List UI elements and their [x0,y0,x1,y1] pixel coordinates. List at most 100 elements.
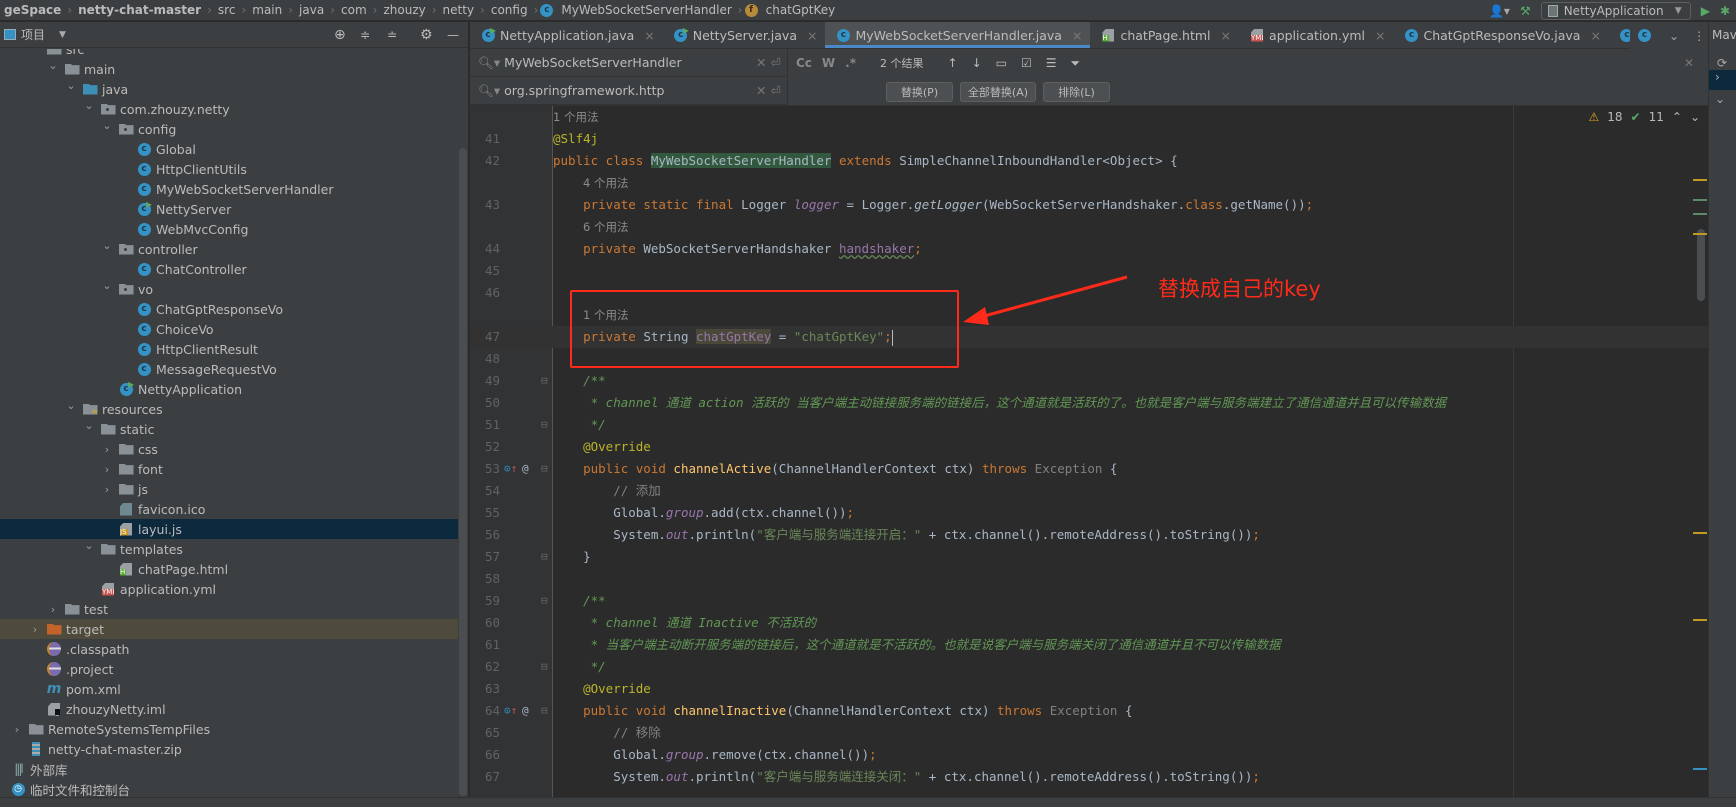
code-line[interactable]: 54 // 添加 [470,480,1708,502]
code-line[interactable]: 61 * 当客户端主动断开服务端的链接后，这个通道就是不活跃的。也就是说客户端与… [470,634,1708,656]
chevron-down-icon[interactable]: ⌄ [100,119,114,132]
code-line[interactable]: 49 ⊟ /** [470,370,1708,392]
override-method-icon[interactable]: ⊙↑ [504,458,517,480]
clear-icon[interactable]: ✕ [756,83,766,98]
code-line[interactable]: 65 // 移除 [470,722,1708,744]
usage-count-hint[interactable]: 6 个用法 [583,216,628,238]
expand-all-icon[interactable]: ≑ [360,28,370,42]
change-marker[interactable] [1693,213,1707,215]
chevron-right-icon[interactable]: › [28,623,42,636]
tab-mywebsocketserverhandler-java[interactable]: c MyWebSocketServerHandler.java × [825,22,1091,48]
breadcrumb-item[interactable]: config [487,3,532,17]
clear-icon[interactable]: ✕ [756,55,766,70]
code-line[interactable]: 64 ⊙↑ @ ⊟ public void channelInactive(Chann… [470,700,1708,722]
code-line[interactable]: 41 @Slf4j [470,128,1708,150]
tree-item[interactable]: netty-chat-master.zip [0,739,458,759]
close-tab-icon[interactable]: × [644,28,654,43]
code-line[interactable]: 53 ⊙↑ @ ⊟ public void channelActive(Channel… [470,458,1708,480]
close-icon[interactable]: ✕ [1684,56,1694,70]
tree-item[interactable]: › font [0,459,458,479]
debug-icon[interactable]: ✱ [1720,4,1730,18]
code-line[interactable]: 43 private static final Logger logger = … [470,194,1708,216]
collapse-all-icon[interactable]: ≐ [387,28,397,42]
tree-item[interactable]: ⌄ static [0,419,458,439]
arrow-up-icon[interactable]: ↑ [948,56,958,70]
fold-marker-icon[interactable]: ⊟ [541,414,548,436]
tree-item[interactable]: favicon.ico [0,499,458,519]
project-panel-title[interactable]: 项目 [21,26,45,43]
replace-input[interactable]: org.springframework.http [504,83,752,98]
tree-item[interactable]: ⌄ controller [0,239,458,259]
fold-marker-icon[interactable]: ⊟ [541,458,548,480]
chevron-down-icon[interactable]: ⌄ [1669,29,1679,43]
code-line[interactable]: 42 public class MyWebSocketServerHandler … [470,150,1708,172]
inspection-status[interactable]: ⚠ 18 ✔ 11 ⌃ ⌄ [1588,106,1700,128]
tree-item[interactable]: ⌄ com.zhouzy.netty [0,99,458,119]
breadcrumb-item[interactable]: com [337,3,371,17]
regex-toggle[interactable]: .* [845,56,856,70]
tree-item[interactable]: ⌄ templates [0,539,458,559]
code-line[interactable]: 57 ⊟ } [470,546,1708,568]
user-icon[interactable]: 👤▾ [1489,4,1510,18]
tree-item[interactable]: c ChatGptResponseVo [0,299,458,319]
code-line[interactable]: 52 @Override [470,436,1708,458]
gear-icon[interactable]: ⚙ [420,27,433,43]
usage-count-hint[interactable]: 1 个用法 [553,106,598,128]
tree-item[interactable]: c MessageRequestVo [0,359,458,379]
override-method-icon[interactable]: ⊙↑ [504,700,517,722]
whole-word-toggle[interactable]: W [822,56,835,70]
tree-item[interactable]: .classpath [0,639,458,659]
chevron-down-icon[interactable]: ⌄ [28,49,42,52]
chevron-up-icon[interactable]: ⌃ [1672,110,1682,124]
tab-application-yml[interactable]: YML application.yml × [1239,22,1393,48]
tree-item[interactable]: › css [0,439,458,459]
chevron-right-icon[interactable]: › [100,463,114,476]
tree-item[interactable]: ⌄ ≡ resources [0,399,458,419]
chevron-right-icon[interactable]: › [10,723,24,736]
tree-item[interactable]: c ▶ NettyApplication [0,379,458,399]
tree-item[interactable]: .project [0,659,458,679]
fold-marker-icon[interactable]: ⊟ [541,656,548,678]
fold-marker-icon[interactable]: ⊟ [541,546,548,568]
breadcrumb-item[interactable]: java [295,3,328,17]
chevron-down-icon[interactable]: ⌄ [1715,92,1725,106]
run-configuration-select[interactable]: NettyApplication ▼ [1540,1,1691,20]
sidebar-scrollbar[interactable] [459,148,467,796]
chevron-down-icon[interactable]: ⌄ [82,99,96,112]
code-line[interactable]: 60 * channel 通道 Inactive 不活跃的 [470,612,1708,634]
chevron-down-icon[interactable]: ⌄ [100,239,114,252]
search-field[interactable]: 🔍︎▾ MyWebSocketServerHandler ✕ ⏎ [470,49,788,77]
tab-nettyapplication-java[interactable]: c ▶ NettyApplication.java × [470,22,663,48]
tree-row-selected[interactable]: › [1709,70,1736,90]
filter-options-icon[interactable]: ☰ [1046,56,1057,70]
tree-item[interactable]: YML application.yml [0,579,458,599]
breadcrumb-item[interactable]: MyWebSocketServerHandler [557,3,735,17]
chevron-right-icon[interactable]: › [100,483,114,496]
tree-item[interactable]: JS layui.js [0,519,458,539]
tree-item[interactable]: c ChatController [0,259,458,279]
tree-item[interactable]: c ▶ NettyServer [0,199,458,219]
tab-chatpage-html[interactable]: HchatPage.html × [1090,22,1239,48]
editor-scrollbar[interactable] [1697,229,1705,301]
tab-nettyserver-java[interactable]: c ▶ NettyServer.java × [663,22,826,48]
match-case-toggle[interactable]: Cc [796,56,812,70]
newline-icon[interactable]: ⏎ [771,55,781,70]
chevron-right-icon[interactable]: › [100,443,114,456]
tree-item[interactable]: HchatPage.html [0,559,458,579]
tree-item[interactable]: › target [0,619,458,639]
warning-marker[interactable] [1693,619,1707,621]
breadcrumb-item[interactable]: netty [439,3,479,17]
more-icon[interactable]: ⋮ [1693,29,1705,43]
tab-chatgptresponsevo-java[interactable]: c ChatGptResponseVo.java × [1394,22,1609,48]
close-tab-icon[interactable]: × [1221,28,1231,43]
select-all-occurrences-icon[interactable]: ▭ [996,56,1007,70]
refresh-icon[interactable]: ⟳ [1717,56,1727,70]
code-line[interactable]: 44 private WebSocketServerHandshaker han… [470,238,1708,260]
close-tab-icon[interactable]: × [1072,28,1082,43]
fold-marker-icon[interactable]: ⊟ [541,370,548,392]
replace-button[interactable]: 替换(P) [886,82,953,102]
chevron-down-icon[interactable]: ⌄ [64,399,78,412]
chevron-down-icon[interactable]: ⌄ [64,79,78,92]
code-line[interactable]: 59 ⊟ /** [470,590,1708,612]
chevron-down-icon[interactable]: ⌄ [82,539,96,552]
